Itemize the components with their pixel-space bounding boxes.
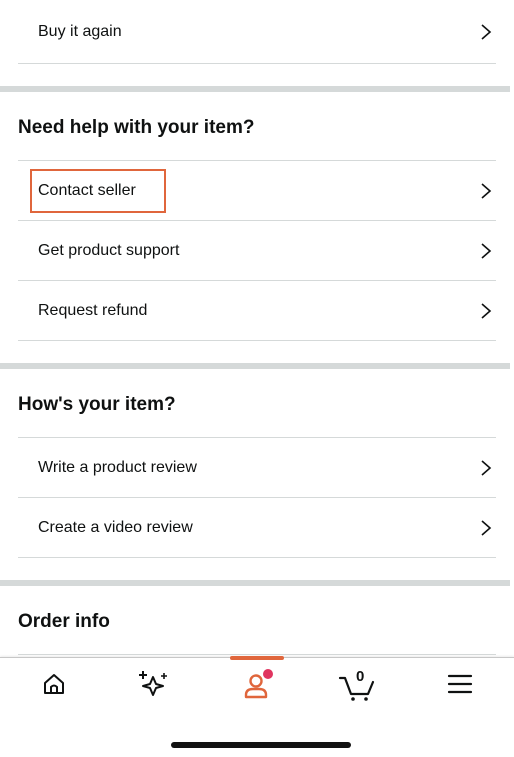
home-indicator[interactable] [171, 742, 351, 748]
hamburger-menu-icon [447, 673, 473, 700]
contact-seller-row[interactable]: Contact seller [18, 161, 496, 221]
chevron-right-icon [476, 518, 496, 538]
sparkle-icon [137, 669, 169, 704]
create-video-review-row[interactable]: Create a video review [18, 498, 496, 558]
tab-home[interactable] [14, 658, 94, 714]
cart-count: 0 [356, 668, 365, 685]
cart-icon: 0 [338, 668, 378, 702]
notification-dot [263, 669, 273, 679]
order-details-content: Buy it again Need help with your item? C… [0, 0, 514, 655]
write-product-review-row[interactable]: Write a product review [18, 438, 496, 498]
hows-your-item-section-title: How's your item? [18, 369, 496, 438]
contact-seller-highlight [30, 169, 166, 213]
chevron-right-icon [476, 22, 496, 42]
home-icon [41, 671, 67, 702]
chevron-right-icon [476, 458, 496, 478]
get-product-support-row[interactable]: Get product support [18, 221, 496, 281]
get-product-support-label: Get product support [38, 241, 180, 259]
tab-menu[interactable] [420, 658, 500, 714]
tab-cart[interactable]: 0 [318, 658, 398, 714]
request-refund-row[interactable]: Request refund [18, 281, 496, 341]
tab-ai-assistant[interactable] [113, 658, 193, 714]
order-info-section-title: Order info [18, 586, 496, 655]
create-video-review-label: Create a video review [38, 518, 193, 536]
chevron-right-icon [476, 301, 496, 321]
buy-it-again-label: Buy it again [38, 22, 122, 40]
write-product-review-label: Write a product review [38, 458, 197, 476]
chevron-right-icon [476, 241, 496, 261]
need-help-section-title: Need help with your item? [18, 92, 496, 161]
chevron-right-icon [476, 181, 496, 201]
person-icon [242, 669, 273, 701]
request-refund-label: Request refund [38, 301, 148, 319]
buy-it-again-row[interactable]: Buy it again [18, 0, 496, 64]
tab-account[interactable] [217, 658, 297, 714]
